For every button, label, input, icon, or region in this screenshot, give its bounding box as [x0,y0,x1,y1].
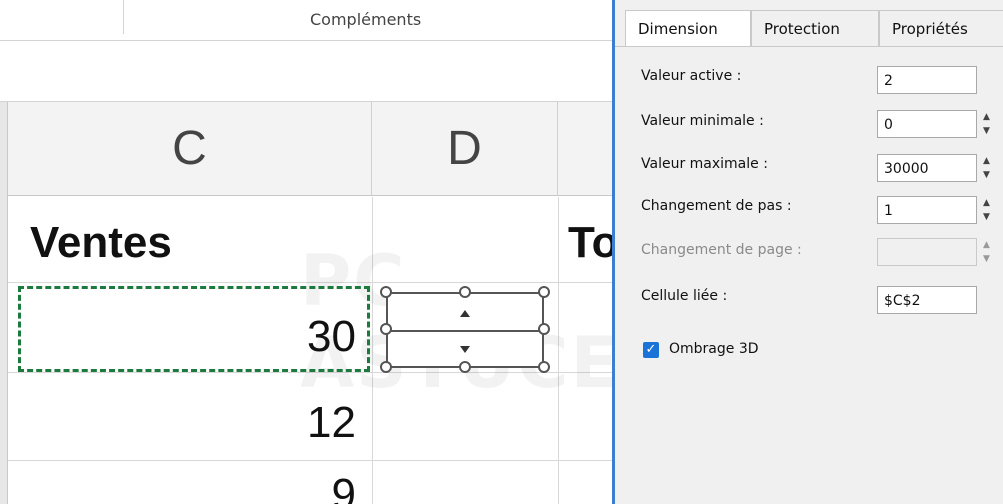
resize-handle-icon[interactable] [538,361,550,373]
tab-protection[interactable]: Protection [751,10,879,46]
changement-pas-label: Changement de pas : [641,198,792,214]
valeur-maximale-input[interactable]: 30000 [877,154,977,182]
cell-c2[interactable]: 30 [176,312,356,362]
cell-e1[interactable]: To [568,218,612,268]
resize-handle-icon[interactable] [380,286,392,298]
cell-c3[interactable]: 12 [176,398,356,448]
cell-c4[interactable]: 9 [176,470,356,504]
resize-handle-icon[interactable] [380,323,392,335]
checkmark-icon: ✓ [645,342,657,357]
column-header-c[interactable]: C [8,102,372,196]
gridline [8,460,612,461]
valeur-active-input[interactable]: 2 [877,66,977,94]
tab-proprietes[interactable]: Propriétés [879,10,1003,46]
formula-bar[interactable] [0,41,612,102]
ribbon-separator [123,0,124,34]
spin-up-arrow-icon[interactable] [460,310,470,317]
changement-page-input [877,238,977,266]
valeur-maximale-label: Valeur maximale : [641,156,768,172]
spin-arrows-icon[interactable]: ▲ ▼ [983,196,995,224]
valeur-active-label: Valeur active : [641,68,742,84]
resize-handle-icon[interactable] [380,361,392,373]
tab-strip: Dimension Protection Propriétés [615,10,1003,47]
tab-dimension[interactable]: Dimension [625,10,751,46]
spin-down-arrow-icon[interactable] [460,346,470,353]
resize-handle-icon[interactable] [459,286,471,298]
changement-page-label: Changement de page : [641,242,802,258]
resize-handle-icon[interactable] [459,361,471,373]
excel-sheet: Compléments C D PC ASTUCES Ventes To 30 … [0,0,612,504]
cellule-liee-label: Cellule liée : [641,288,728,304]
spin-button-control[interactable] [386,292,544,368]
row-header-column [0,102,8,504]
ombrage-3d-checkbox[interactable]: ✓ [643,342,659,358]
resize-handle-icon[interactable] [538,286,550,298]
changement-pas-input[interactable]: 1 [877,196,977,224]
spin-divider [388,330,542,332]
ombrage-3d-label[interactable]: Ombrage 3D [669,341,759,357]
valeur-minimale-input[interactable]: 0 [877,110,977,138]
spin-arrows-icon[interactable]: ▲ ▼ [983,110,995,138]
column-header-d[interactable]: D [372,102,558,196]
cell-c1[interactable]: Ventes [30,218,172,268]
ribbon: Compléments [0,0,612,41]
valeur-minimale-label: Valeur minimale : [641,113,764,129]
format-control-dialog: Dimension Protection Propriétés Valeur a… [612,0,1003,504]
ribbon-group-label: Compléments [310,10,422,29]
resize-handle-icon[interactable] [538,323,550,335]
column-header-e[interactable] [558,102,612,196]
cellule-liee-input[interactable]: $C$2 [877,286,977,314]
spin-arrows-icon: ▲ ▼ [983,240,990,264]
spin-arrows-icon[interactable]: ▲ ▼ [983,154,995,182]
